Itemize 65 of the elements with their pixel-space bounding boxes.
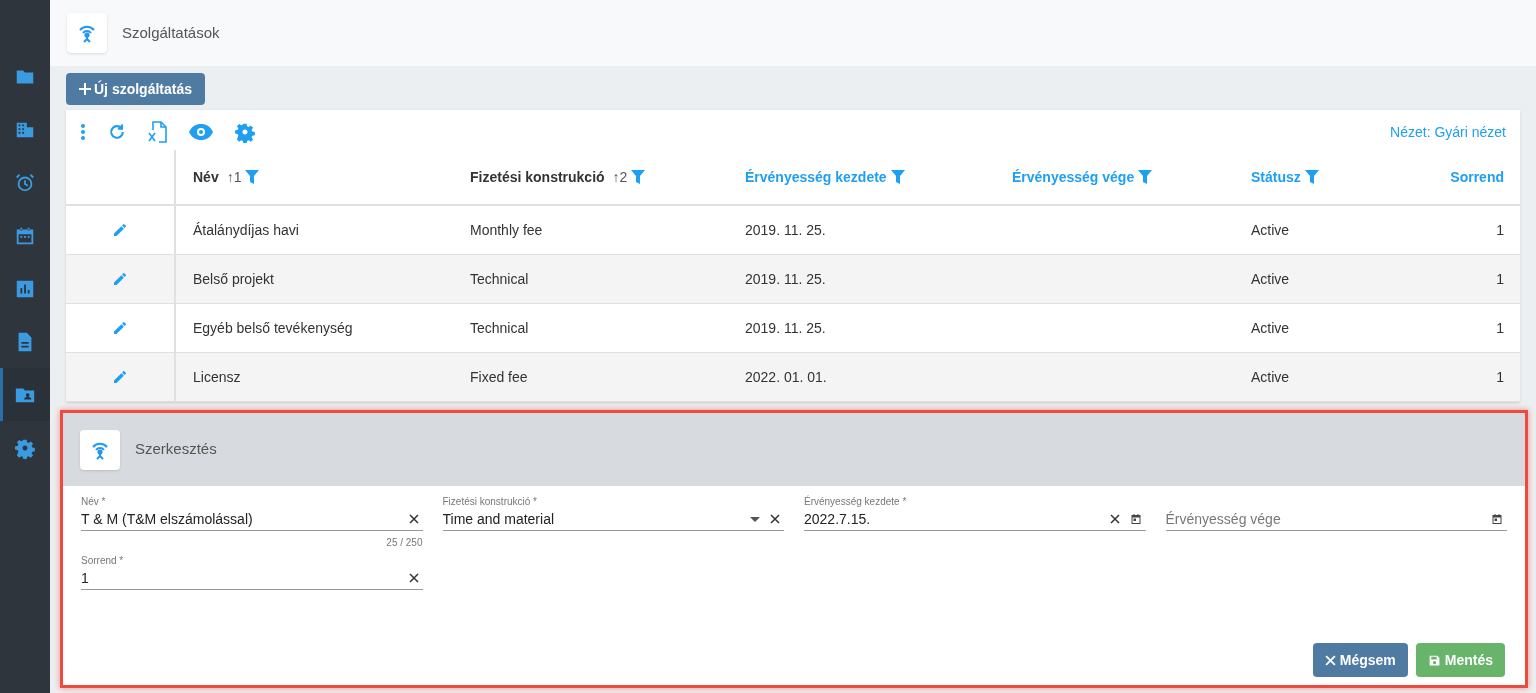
new-service-button[interactable]: Új szolgáltatás bbox=[66, 73, 206, 105]
field-label: Név * bbox=[81, 496, 106, 507]
date-field[interactable]: Érvényesség vége bbox=[1165, 508, 1481, 530]
table-cell-text: Active bbox=[1251, 269, 1290, 289]
table-cell-text: 1 bbox=[1496, 367, 1504, 387]
plus-icon bbox=[79, 83, 91, 95]
calendar-icon[interactable] bbox=[1491, 513, 1503, 525]
table-cell-text: Fixed fee bbox=[470, 367, 528, 387]
field-label: Fizetési konstrukció * bbox=[442, 496, 537, 507]
table-cell-text: 2022. 01. 01. bbox=[745, 367, 827, 387]
character-counter: 25 / 250 bbox=[386, 536, 423, 550]
clear-icon[interactable] bbox=[408, 573, 419, 583]
table-cell-text: Egyéb belső tevékenység bbox=[193, 318, 353, 338]
table-cell-text: Active bbox=[1251, 220, 1290, 240]
antenna-icon bbox=[67, 13, 107, 53]
filter-icon[interactable] bbox=[631, 170, 646, 184]
clear-icon[interactable] bbox=[408, 514, 419, 524]
table-cell-text: Active bbox=[1251, 367, 1290, 387]
antenna-icon bbox=[80, 429, 120, 470]
filter-icon[interactable] bbox=[245, 170, 260, 184]
settings-icon[interactable] bbox=[234, 121, 256, 143]
table-cell-text: Technical bbox=[470, 318, 529, 338]
edit-icon[interactable] bbox=[112, 320, 128, 336]
table-cell-text: 2019. 11. 25. bbox=[745, 220, 826, 240]
table-cell-text: Monthly fee bbox=[470, 220, 543, 240]
table-cell-text: 1 bbox=[1496, 220, 1504, 240]
page-title: Szolgáltatások bbox=[122, 22, 220, 43]
table-cell-text: 1 bbox=[1496, 269, 1504, 289]
table-cell-text: Átalánydíjas havi bbox=[193, 220, 299, 240]
excel-export-icon[interactable] bbox=[148, 121, 168, 143]
sort-indicator[interactable]: ↑2 bbox=[612, 166, 628, 188]
table-cell-text: 1 bbox=[1496, 318, 1504, 338]
cancel-button[interactable]: Mégsem bbox=[1312, 643, 1408, 677]
table-cell-text: Licensz bbox=[193, 367, 241, 387]
sort-indicator[interactable]: ↑1 bbox=[226, 166, 242, 188]
alarm-clock-icon bbox=[14, 171, 36, 194]
field-label: Sorrend * bbox=[81, 555, 124, 566]
table-cell-text: Technical bbox=[470, 269, 529, 289]
close-icon bbox=[1324, 654, 1336, 666]
dropdown-caret-icon[interactable] bbox=[750, 516, 760, 522]
column-header[interactable]: Fizetési konstrukció ↑2 bbox=[453, 150, 728, 204]
more-options-icon[interactable] bbox=[80, 123, 86, 141]
calendar-icon[interactable] bbox=[1129, 513, 1142, 525]
edit-icon[interactable] bbox=[112, 222, 128, 238]
column-header[interactable]: Név ↑1 bbox=[176, 150, 453, 204]
eye-icon[interactable] bbox=[189, 124, 213, 140]
table-cell-text: 2019. 11. 25. bbox=[745, 269, 826, 289]
clear-icon[interactable] bbox=[1109, 514, 1120, 524]
table-cell-text: Active bbox=[1251, 318, 1290, 338]
filter-icon[interactable] bbox=[1304, 170, 1319, 184]
filter-icon[interactable] bbox=[890, 170, 905, 184]
table-cell-text: Belső projekt bbox=[193, 269, 274, 289]
date-field[interactable]: 2022.7.15. bbox=[804, 508, 1100, 530]
edit-icon[interactable] bbox=[112, 271, 128, 287]
field-label: Érvényesség kezdete * bbox=[804, 496, 907, 507]
input-field[interactable]: T & M (T&M elszámolással) bbox=[81, 508, 399, 530]
clear-icon[interactable] bbox=[770, 514, 780, 524]
filter-icon[interactable] bbox=[1138, 170, 1153, 184]
sidebar-item[interactable] bbox=[0, 368, 50, 421]
table-cell-text: 2019. 11. 25. bbox=[745, 318, 826, 338]
edit-icon[interactable] bbox=[112, 369, 128, 385]
input-field[interactable]: 1 bbox=[81, 567, 399, 589]
dropdown-field[interactable]: Time and material bbox=[442, 508, 740, 530]
editor-title: Szerkesztés bbox=[135, 439, 217, 460]
refresh-icon[interactable] bbox=[107, 122, 127, 142]
